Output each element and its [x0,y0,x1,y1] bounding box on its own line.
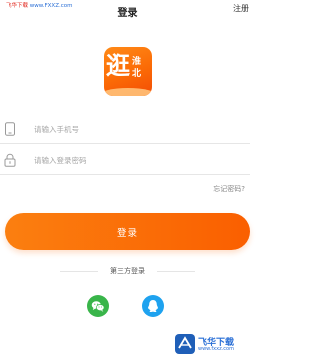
lock-icon [4,153,16,167]
qq-login-button[interactable] [142,295,164,317]
page-title: 登录 [117,8,138,19]
watermark-bottom: 飞华下载 www.fxxz.com [175,334,249,356]
divider-line-right [157,271,195,272]
password-field [0,146,250,175]
logo-char-top: 淮 [132,57,142,67]
phone-input[interactable] [34,120,234,138]
app-logo: 逛 淮 北 [104,47,152,96]
watermark-logo-icon [175,334,195,354]
phone-icon [5,122,15,136]
third-party-divider: 第三方登录 [60,266,195,276]
watermark-url-bottom: www.fxxz.com [198,346,234,352]
phone-field [0,115,250,144]
forgot-password-link[interactable]: 忘记密码? [213,184,245,194]
wechat-login-button[interactable] [87,295,109,317]
wechat-icon [91,301,105,312]
register-link[interactable]: 注册 [233,3,249,14]
login-button[interactable]: 登录 [5,213,250,250]
logo-char-main: 逛 [106,51,130,80]
logo-wave [104,88,152,96]
qq-icon [147,300,159,312]
logo-char-bottom: 北 [132,69,142,79]
password-input[interactable] [34,151,234,169]
